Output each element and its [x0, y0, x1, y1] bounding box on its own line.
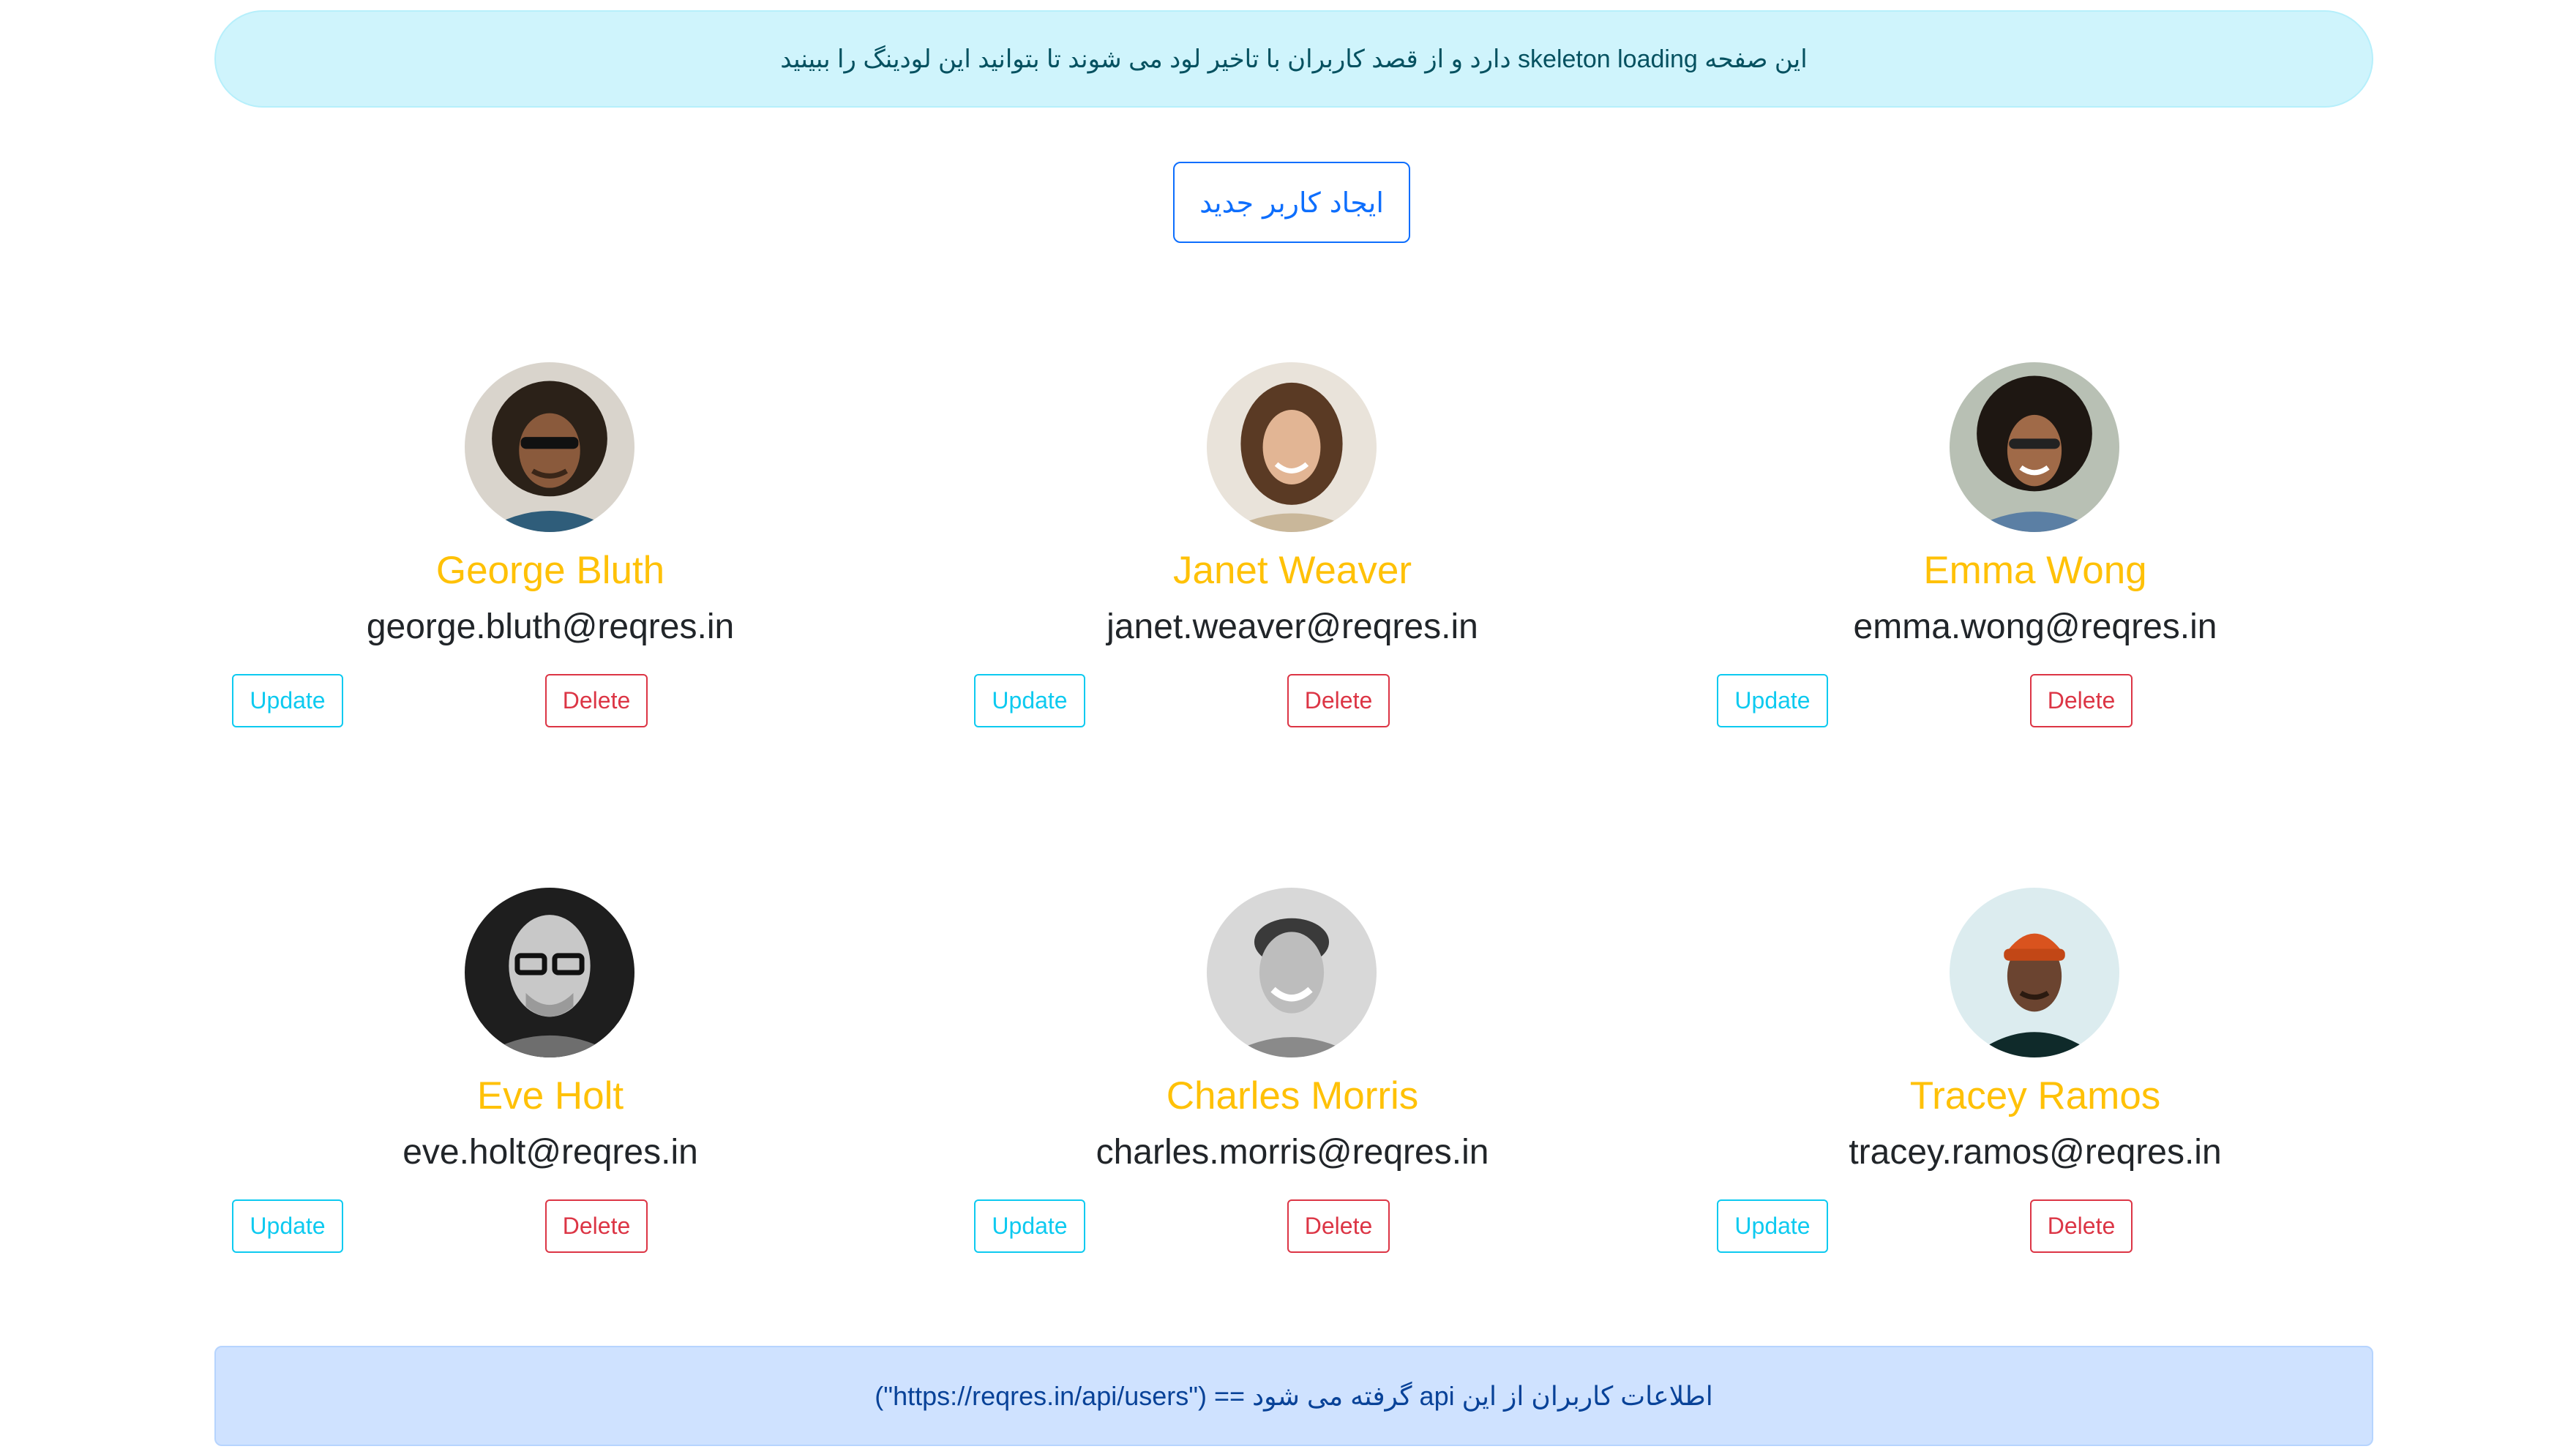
update-button[interactable]: Update	[974, 674, 1085, 727]
user-email: emma.wong@reqres.in	[1853, 607, 2217, 646]
update-button-label: Update	[250, 1213, 326, 1239]
user-email: eve.holt@reqres.in	[402, 1133, 698, 1172]
update-button[interactable]: Update	[232, 674, 343, 727]
user-card: George Bluth george.bluth@reqres.in Upda…	[221, 362, 880, 772]
user-avatar	[1950, 362, 2119, 532]
update-button-label: Update	[992, 687, 1068, 714]
update-button[interactable]: Update	[232, 1199, 343, 1253]
user-card: Tracey Ramos tracey.ramos@reqres.in Upda…	[1706, 888, 2365, 1298]
create-user-button[interactable]: ایجاد کاربر جدید	[1173, 162, 1410, 243]
user-email: george.bluth@reqres.in	[366, 607, 735, 646]
user-email: charles.morris@reqres.in	[1096, 1133, 1489, 1172]
user-card: Emma Wong emma.wong@reqres.in Update Del…	[1706, 362, 2365, 772]
delete-button-label: Delete	[1304, 687, 1373, 714]
user-name: George Bluth	[435, 549, 665, 592]
user-avatar	[1207, 362, 1377, 532]
delete-button[interactable]: Delete	[2030, 1199, 2133, 1253]
update-button-label: Update	[992, 1213, 1068, 1239]
delete-button-label: Delete	[2047, 687, 2116, 714]
user-email: janet.weaver@reqres.in	[1107, 607, 1478, 646]
user-card: Charles Morris charles.morris@reqres.in …	[963, 888, 1622, 1298]
delete-button-label: Delete	[562, 687, 631, 714]
delete-button-label: Delete	[1304, 1213, 1373, 1239]
delete-button[interactable]: Delete	[1287, 1199, 1390, 1253]
info-alert: این صفحه skeleton loading دارد و از قصد …	[214, 10, 2373, 108]
info-alert-text: این صفحه skeleton loading دارد و از قصد …	[780, 45, 1808, 73]
user-avatar	[1207, 888, 1377, 1057]
update-button-label: Update	[1734, 687, 1811, 714]
user-card: Janet Weaver janet.weaver@reqres.in Upda…	[963, 362, 1622, 772]
update-button-label: Update	[250, 687, 326, 714]
delete-button[interactable]: Delete	[545, 1199, 648, 1253]
delete-button[interactable]: Delete	[1287, 674, 1390, 727]
delete-button-label: Delete	[2047, 1213, 2116, 1239]
delete-button[interactable]: Delete	[2030, 674, 2133, 727]
update-button[interactable]: Update	[974, 1199, 1085, 1253]
api-info-alert-text: اطلاعات کاربران از این api گرفته می شود …	[875, 1380, 1713, 1411]
user-avatar	[465, 888, 634, 1057]
api-info-alert: اطلاعات کاربران از این api گرفته می شود …	[214, 1346, 2373, 1446]
user-avatar	[1950, 888, 2119, 1057]
user-name: Emma Wong	[1923, 549, 2147, 592]
create-user-button-label: ایجاد کاربر جدید	[1199, 186, 1384, 219]
delete-button-label: Delete	[562, 1213, 631, 1239]
update-button[interactable]: Update	[1717, 1199, 1828, 1253]
user-name: Janet Weaver	[1172, 549, 1412, 592]
update-button-label: Update	[1734, 1213, 1811, 1239]
update-button[interactable]: Update	[1717, 674, 1828, 727]
user-card: Eve Holt eve.holt@reqres.in Update Delet…	[221, 888, 880, 1298]
delete-button[interactable]: Delete	[545, 674, 648, 727]
user-avatar	[465, 362, 634, 532]
user-email: tracey.ramos@reqres.in	[1849, 1133, 2222, 1172]
user-name: Eve Holt	[476, 1074, 624, 1117]
user-name: Tracey Ramos	[1909, 1074, 2161, 1117]
user-name: Charles Morris	[1166, 1074, 1419, 1117]
